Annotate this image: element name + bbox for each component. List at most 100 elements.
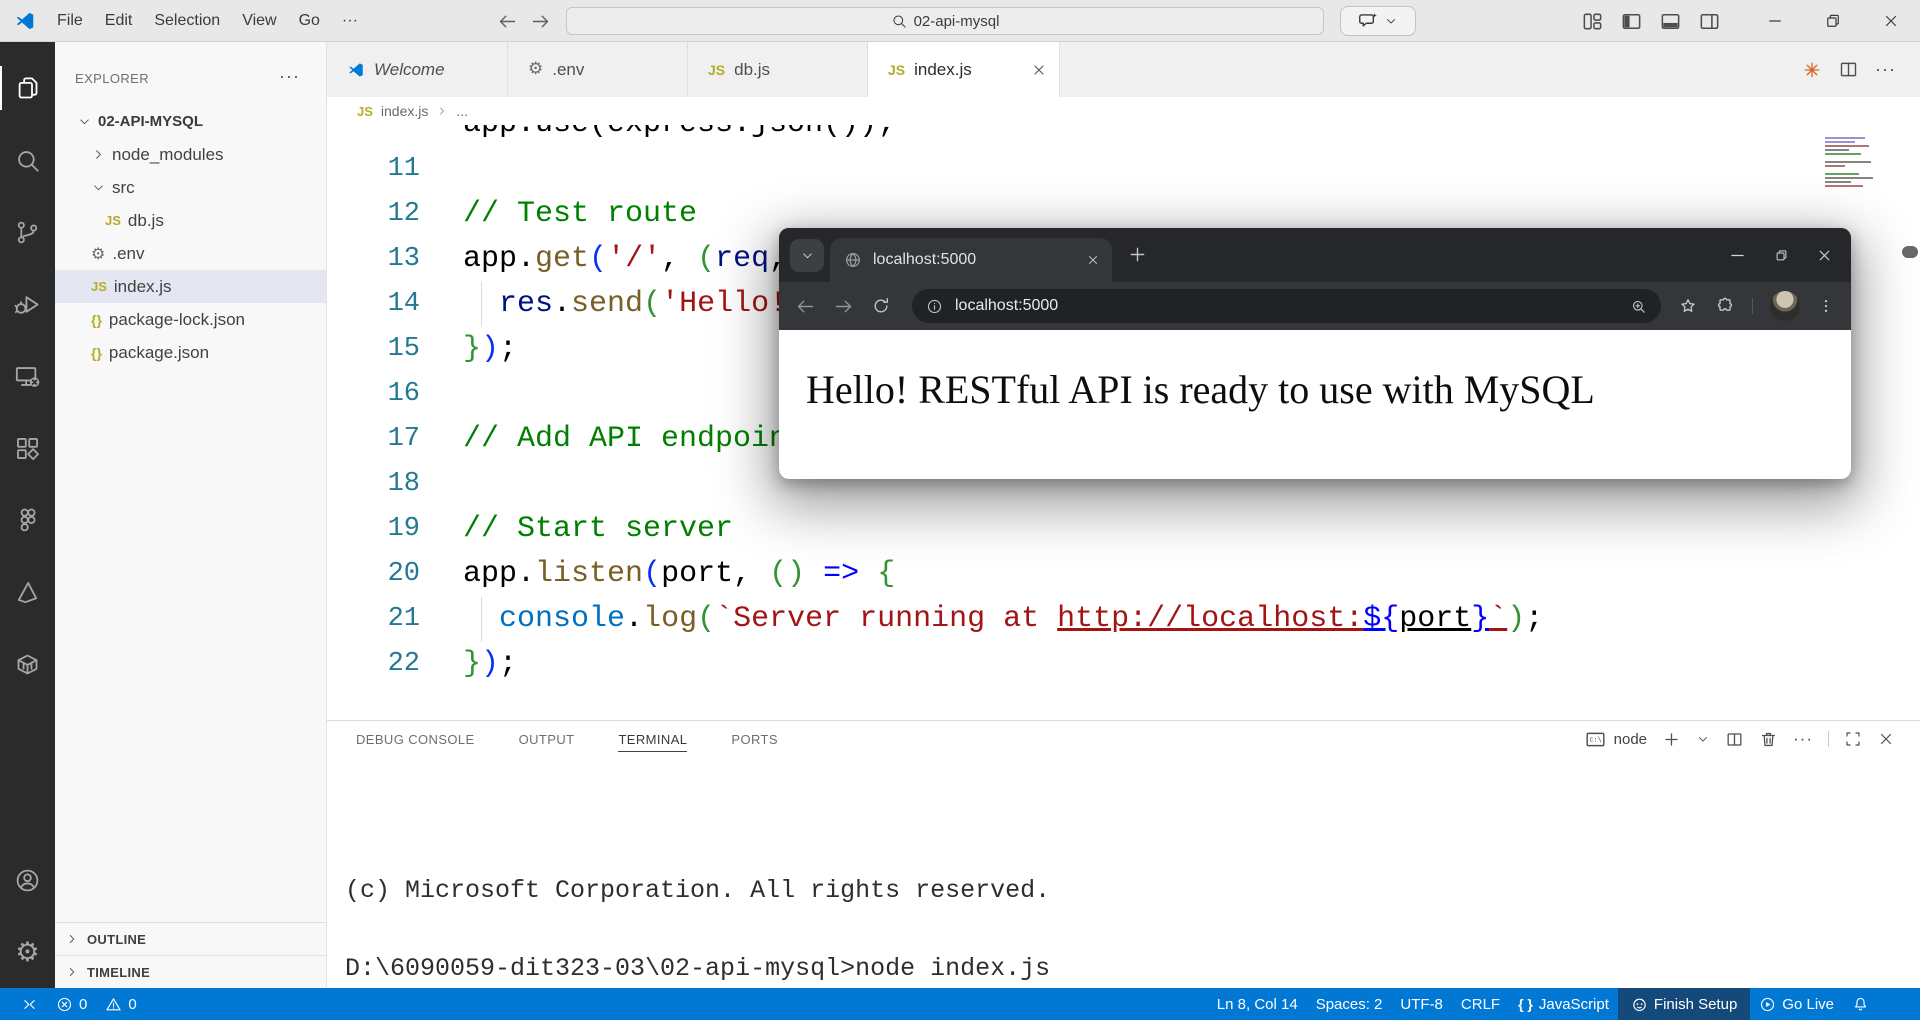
panel-tab-terminal[interactable]: TERMINAL (618, 721, 687, 757)
line-number: 17 (327, 417, 420, 462)
sparkle-icon[interactable] (1802, 60, 1822, 80)
status-finish-setup[interactable]: Finish Setup (1618, 988, 1750, 1020)
browser-tab-search-button[interactable] (790, 239, 824, 272)
restore-button[interactable] (1804, 0, 1862, 42)
menu-file[interactable]: File (46, 6, 94, 36)
toggle-secondary-sidebar-icon[interactable] (1698, 10, 1721, 33)
tree-item-db-js[interactable]: JSdb.js (55, 204, 326, 237)
extensions-icon (14, 435, 41, 462)
status-indentation[interactable]: Spaces: 2 (1307, 988, 1392, 1020)
terminal-output[interactable]: (c) Microsoft Corporation. All rights re… (345, 757, 1920, 988)
sidebar-more-actions[interactable]: ··· (279, 66, 300, 87)
activity-source-control[interactable] (0, 196, 55, 268)
browser-forward-icon[interactable] (833, 296, 854, 317)
tree-item-package-json[interactable]: {}package.json (55, 336, 326, 369)
tab-db-js[interactable]: JSdb.js (688, 42, 868, 97)
maximize-panel-icon[interactable] (1844, 730, 1862, 748)
panel-tab-ports[interactable]: PORTS (731, 721, 778, 757)
browser-menu-kebab-icon[interactable] (1817, 297, 1835, 315)
section-outline[interactable]: OUTLINE (55, 922, 326, 955)
minimize-button[interactable] (1746, 0, 1804, 42)
menu-view[interactable]: View (231, 6, 287, 36)
minimap[interactable] (1821, 135, 1895, 193)
tree-item--env[interactable]: ⚙.env (55, 237, 326, 270)
extensions-puzzle-icon[interactable] (1715, 296, 1735, 316)
breadcrumb[interactable]: JS index.js ... (327, 97, 1920, 125)
activity-prisma[interactable] (0, 556, 55, 628)
sidebar-header: EXPLORER ··· (55, 66, 326, 94)
panel-tab-debug-console[interactable]: DEBUG CONSOLE (356, 721, 475, 757)
status-label: 0 (79, 996, 87, 1013)
zoom-icon[interactable] (1630, 298, 1647, 315)
activity-run-debug[interactable] (0, 268, 55, 340)
menu-bar: FileEditSelectionViewGo··· (46, 0, 369, 42)
split-terminal-icon[interactable] (1725, 730, 1744, 749)
menu-go[interactable]: Go (288, 6, 331, 36)
command-center-search[interactable]: 02-api-mysql (566, 7, 1324, 35)
tab-welcome[interactable]: Welcome (327, 42, 508, 97)
tree-item-src[interactable]: src (55, 171, 326, 204)
tree-item-index-js[interactable]: JSindex.js (55, 270, 326, 303)
terminal-shell-label[interactable]: node (1614, 731, 1647, 748)
browser-reload-icon[interactable] (871, 296, 891, 316)
status-remote-indicator[interactable] (12, 988, 47, 1020)
section-timeline[interactable]: TIMELINE (55, 955, 326, 988)
menu-edit[interactable]: Edit (94, 6, 144, 36)
status-eol-sequence[interactable]: CRLF (1452, 988, 1509, 1020)
terminal-dropdown-icon[interactable] (1696, 732, 1710, 746)
status-language-mode[interactable]: { }JavaScript (1509, 988, 1618, 1020)
activity-figma[interactable] (0, 484, 55, 556)
new-terminal-icon[interactable] (1662, 730, 1681, 749)
activity-containers[interactable] (0, 628, 55, 700)
menu-selection[interactable]: Selection (143, 6, 231, 36)
panel-tab-output[interactable]: OUTPUT (519, 721, 575, 757)
error-icon (56, 996, 73, 1013)
status-errors-count[interactable]: 0 (47, 988, 96, 1020)
close-button[interactable] (1862, 0, 1920, 42)
tab-index-js[interactable]: JSindex.js (868, 42, 1060, 97)
tree-item-node-modules[interactable]: node_modules (55, 138, 326, 171)
browser-maximize-icon[interactable] (1774, 248, 1789, 263)
activity-search[interactable] (0, 124, 55, 196)
close-panel-icon[interactable] (1877, 730, 1895, 748)
browser-back-icon[interactable] (795, 296, 816, 317)
copilot-button[interactable] (1340, 6, 1416, 36)
activity-accounts[interactable] (0, 844, 55, 916)
new-tab-icon[interactable] (1127, 244, 1148, 265)
site-info-icon[interactable] (926, 298, 943, 315)
status-go-live[interactable]: Go Live (1750, 988, 1843, 1020)
activity-extensions[interactable] (0, 412, 55, 484)
bookmark-star-icon[interactable] (1678, 296, 1698, 316)
kill-terminal-icon[interactable] (1759, 730, 1778, 749)
menu-overflow[interactable]: ··· (331, 6, 369, 36)
toggle-panel-icon[interactable] (1659, 10, 1682, 33)
scrollbar-thumb[interactable] (1902, 246, 1918, 258)
minimize-icon (1766, 12, 1784, 30)
forward-arrow-icon[interactable] (530, 11, 551, 32)
panel-more-icon[interactable]: ··· (1793, 729, 1813, 749)
restore-icon (1824, 12, 1842, 30)
browser-close-icon[interactable] (1816, 247, 1833, 264)
line-number: 12 (327, 192, 420, 237)
split-editor-icon[interactable] (1838, 59, 1859, 80)
status-warnings-count[interactable]: 0 (96, 988, 145, 1020)
status-encoding[interactable]: UTF-8 (1391, 988, 1452, 1020)
activity-remote-explorer[interactable] (0, 340, 55, 412)
status-cursor-position[interactable]: Ln 8, Col 14 (1208, 988, 1307, 1020)
back-arrow-icon[interactable] (497, 11, 518, 32)
close-icon[interactable] (1031, 62, 1047, 78)
tab--env[interactable]: ⚙.env (508, 42, 688, 97)
tree-item-package-lock-json[interactable]: {}package-lock.json (55, 303, 326, 336)
profile-avatar[interactable] (1770, 291, 1800, 321)
browser-tab[interactable]: localhost:5000 (830, 238, 1112, 282)
activity-explorer[interactable] (0, 52, 55, 124)
browser-address-bar[interactable]: localhost:5000 (912, 289, 1661, 323)
toggle-sidebar-icon[interactable] (1620, 10, 1643, 33)
tree-root-folder[interactable]: 02-API-MYSQL (55, 105, 326, 138)
activity-settings[interactable]: ⚙ (0, 916, 55, 988)
browser-minimize-icon[interactable] (1728, 246, 1747, 265)
more-actions-icon[interactable]: ··· (1875, 59, 1896, 80)
status-notifications-bell[interactable] (1843, 988, 1878, 1020)
customize-layout-icon[interactable] (1581, 10, 1604, 33)
tab-close-icon[interactable] (1086, 253, 1100, 267)
